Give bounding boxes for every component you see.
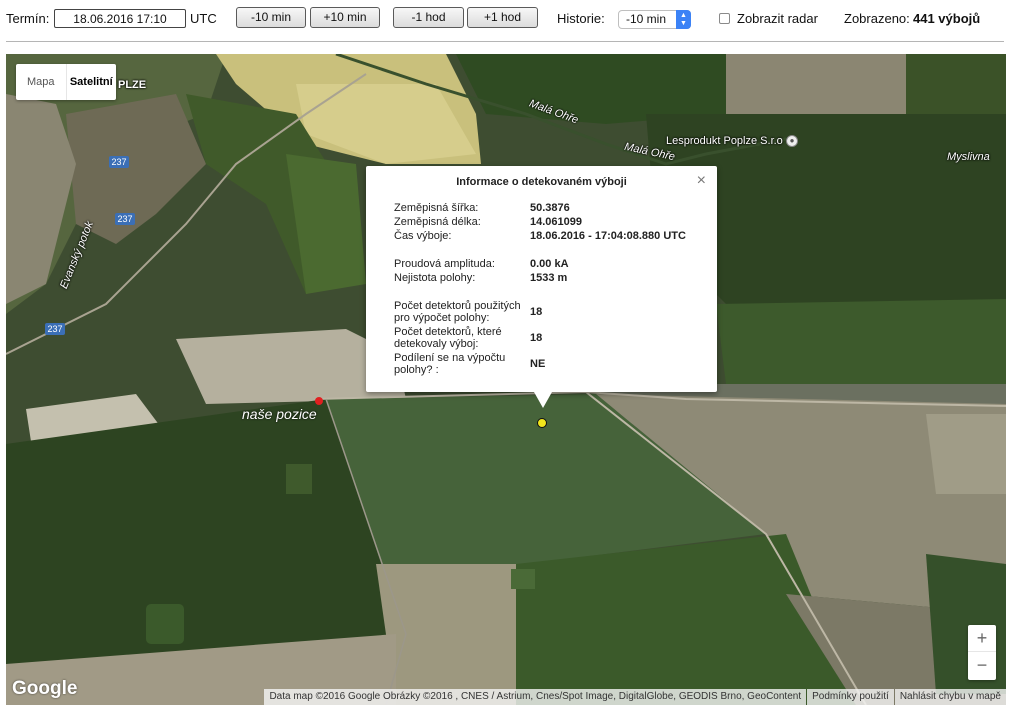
map-attribution: Data map ©2016 Google Obrázky ©2016 , CN… — [263, 689, 1006, 705]
amplitude-label: Proudová amplituda: — [394, 258, 495, 270]
lightning-strike-marker[interactable] — [537, 418, 547, 428]
map-label-village: Myslivna — [947, 151, 990, 163]
radar-checkbox[interactable] — [719, 13, 730, 24]
radar-label[interactable]: Zobrazit radar — [737, 11, 818, 26]
history-label: Historie: — [557, 11, 605, 26]
amplitude-value: 0.00 kA — [530, 258, 569, 270]
terms-link[interactable]: Podmínky použití — [807, 689, 894, 705]
map-type-satellite-option[interactable]: Satelitní — [67, 64, 117, 100]
google-logo[interactable]: Google — [12, 678, 77, 700]
latitude-label: Zeměpisná šířka: — [394, 202, 479, 214]
info-window-title: Informace o detekovaném výboji — [456, 176, 627, 188]
term-label: Termín: — [6, 11, 50, 26]
road-shield-237: 237 — [115, 213, 135, 225]
plus-1-hour-button[interactable]: +1 hod — [467, 7, 538, 28]
minus-1-hour-button[interactable]: -1 hod — [393, 7, 464, 28]
report-error-link[interactable]: Nahlásit chybu v mapě — [894, 689, 1006, 705]
history-select-value: -10 min — [626, 12, 667, 26]
zoom-out-button[interactable]: − — [968, 652, 996, 679]
attribution-text: Data map ©2016 Google Obrázky ©2016 , CN… — [264, 689, 807, 705]
share-label-line-1: Podílení se na výpočtu — [394, 352, 506, 364]
strike-time-label: Čas výboje: — [394, 230, 452, 242]
share-label-line-2: polohy? : — [394, 364, 439, 376]
detectors-used-label-line-1: Počet detektorů použitých — [394, 300, 521, 312]
our-position-marker[interactable] — [315, 397, 323, 405]
detectors-detected-label-line-1: Počet detektorů, které — [394, 326, 502, 338]
map-type-control: Mapa Satelitní — [16, 64, 116, 100]
timezone-label: UTC — [190, 11, 217, 26]
our-position-label: naše pozice — [242, 406, 317, 422]
select-arrows-icon: ▲ ▼ — [676, 10, 691, 29]
close-icon[interactable]: × — [697, 172, 706, 190]
toolbar-divider — [6, 41, 1004, 42]
zoom-control: + − — [968, 625, 996, 680]
shown-label: Zobrazeno: — [844, 11, 910, 26]
term-input[interactable] — [54, 9, 186, 28]
toolbar: Termín: UTC -10 min +10 min -1 hod +1 ho… — [0, 0, 1013, 40]
detectors-detected-value: 18 — [530, 332, 543, 344]
position-uncertainty-value: 1533 m — [530, 272, 568, 284]
road-shield-237: 237 — [109, 156, 129, 168]
detectors-used-value: 18 — [530, 306, 543, 318]
strike-time-value: 18.06.2016 - 17:04:08.880 UTC — [530, 230, 686, 242]
shown-count: 441 výbojů — [913, 11, 981, 26]
road-shield-237: 237 — [45, 323, 65, 335]
map-label-company: Lesprodukt Poplze S.r.o — [666, 135, 783, 147]
history-select[interactable]: -10 min ▲ ▼ — [618, 10, 691, 29]
poi-icon[interactable]: ● — [786, 135, 798, 147]
share-value: NE — [530, 358, 546, 370]
detectors-detected-label-line-2: detekovaly výboj: — [394, 338, 479, 350]
latitude-value: 50.3876 — [530, 202, 570, 214]
longitude-label: Zeměpisná délka: — [394, 216, 481, 228]
zoom-in-button[interactable]: + — [968, 625, 996, 652]
detectors-used-label-line-2: pro výpočet polohy: — [394, 312, 490, 324]
longitude-value: 14.061099 — [530, 216, 582, 228]
map-canvas[interactable]: Mapa Satelitní PLZE Malá Ohře Malá Ohře … — [6, 54, 1006, 705]
map-label-town: PLZE — [118, 79, 147, 91]
minus-10-min-button[interactable]: -10 min — [236, 7, 306, 28]
plus-10-min-button[interactable]: +10 min — [310, 7, 380, 28]
position-uncertainty-label: Nejistota polohy: — [394, 272, 476, 284]
strike-info-window: Informace o detekovaném výboji × Zeměpis… — [366, 166, 717, 408]
map-type-map-option[interactable]: Mapa — [16, 64, 67, 100]
